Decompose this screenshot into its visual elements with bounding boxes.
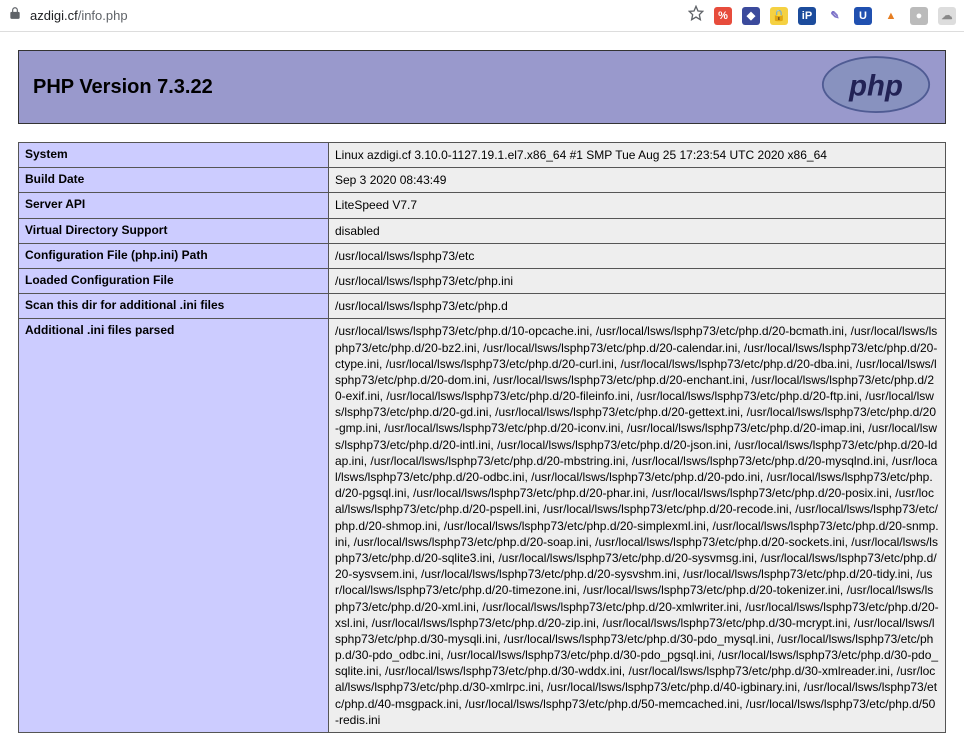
table-row: SystemLinux azdigi.cf 3.10.0-1127.19.1.e… (19, 143, 946, 168)
row-key: System (19, 143, 329, 168)
row-value: LiteSpeed V7.7 (329, 193, 946, 218)
row-key: Virtual Directory Support (19, 218, 329, 243)
row-key: Additional .ini files parsed (19, 319, 329, 733)
row-value: /usr/local/lsws/lsphp73/etc/php.ini (329, 268, 946, 293)
phpinfo-header: PHP Version 7.3.22 php (18, 50, 946, 124)
page-content: PHP Version 7.3.22 php SystemLinux azdig… (0, 32, 964, 751)
extension-icon-5[interactable]: U (854, 7, 872, 25)
extension-icon-6[interactable]: ▲ (882, 7, 900, 25)
extension-icon-3[interactable]: iP (798, 7, 816, 25)
extension-icon-7[interactable]: ● (910, 7, 928, 25)
row-key: Build Date (19, 168, 329, 193)
row-key: Configuration File (php.ini) Path (19, 243, 329, 268)
extension-icon-8[interactable]: ☁ (938, 7, 956, 25)
php-logo-icon: php (821, 55, 931, 120)
phpinfo-table: SystemLinux azdigi.cf 3.10.0-1127.19.1.e… (18, 142, 946, 733)
table-row: Configuration File (php.ini) Path/usr/lo… (19, 243, 946, 268)
table-row: Virtual Directory Supportdisabled (19, 218, 946, 243)
table-row: Build DateSep 3 2020 08:43:49 (19, 168, 946, 193)
toolbar-right: % ◆ 🔒 iP ✎ U ▲ ● ☁ (688, 5, 956, 26)
url-host: azdigi.cf (30, 8, 78, 23)
row-value: Linux azdigi.cf 3.10.0-1127.19.1.el7.x86… (329, 143, 946, 168)
row-value: /usr/local/lsws/lsphp73/etc/php.d (329, 294, 946, 319)
table-row: Loaded Configuration File/usr/local/lsws… (19, 268, 946, 293)
extension-icon-2[interactable]: 🔒 (770, 7, 788, 25)
row-value: /usr/local/lsws/lsphp73/etc (329, 243, 946, 268)
table-row: Server APILiteSpeed V7.7 (19, 193, 946, 218)
extension-icon-0[interactable]: % (714, 7, 732, 25)
extension-icons: % ◆ 🔒 iP ✎ U ▲ ● ☁ (714, 7, 956, 25)
row-key: Server API (19, 193, 329, 218)
url-text[interactable]: azdigi.cf/info.php (30, 8, 688, 23)
extension-icon-1[interactable]: ◆ (742, 7, 760, 25)
row-value: /usr/local/lsws/lsphp73/etc/php.d/10-opc… (329, 319, 946, 733)
url-path: /info.php (78, 8, 128, 23)
page-title: PHP Version 7.3.22 (33, 76, 213, 99)
row-value: disabled (329, 218, 946, 243)
table-row: Scan this dir for additional .ini files/… (19, 294, 946, 319)
row-key: Scan this dir for additional .ini files (19, 294, 329, 319)
row-value: Sep 3 2020 08:43:49 (329, 168, 946, 193)
table-row: Additional .ini files parsed/usr/local/l… (19, 319, 946, 733)
browser-address-bar: azdigi.cf/info.php % ◆ 🔒 iP ✎ U ▲ ● ☁ (0, 0, 964, 32)
extension-icon-4[interactable]: ✎ (826, 7, 844, 25)
svg-text:php: php (848, 69, 903, 102)
bookmark-star-icon[interactable] (688, 5, 704, 26)
row-key: Loaded Configuration File (19, 268, 329, 293)
lock-icon (8, 6, 30, 25)
